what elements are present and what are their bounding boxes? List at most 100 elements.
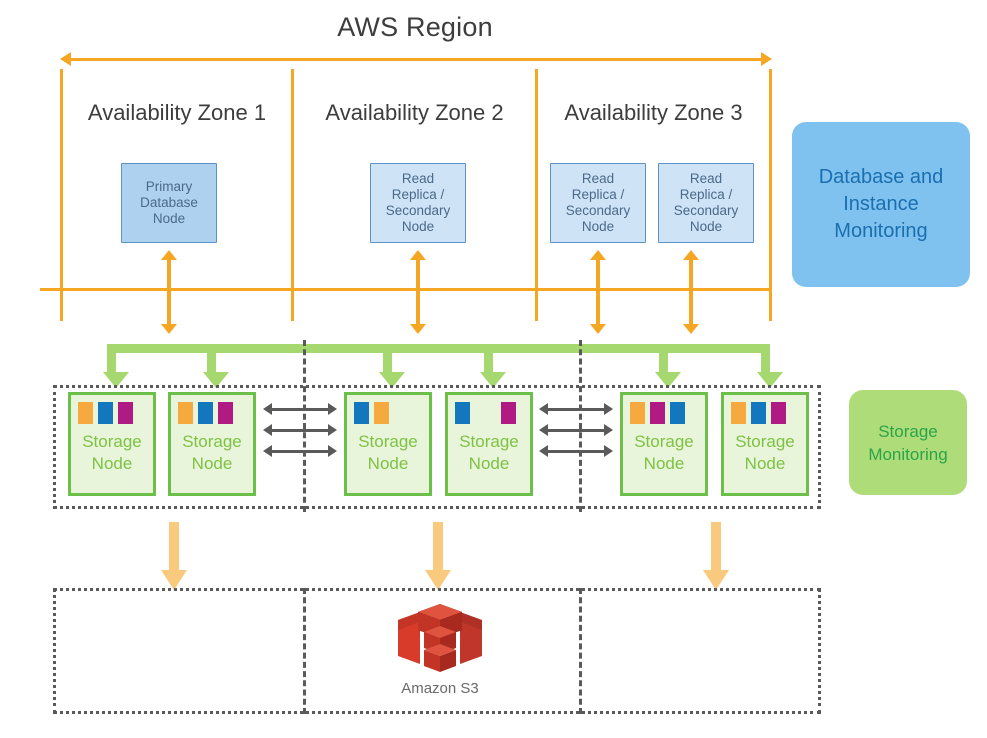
- arrow-head-right-icon: [604, 424, 613, 436]
- storage-chips: [178, 402, 233, 424]
- chip-orange: [78, 402, 93, 424]
- az-label-3: Availability Zone 3: [564, 100, 743, 125]
- storage-node-3[interactable]: Storage Node: [344, 392, 432, 496]
- chip-magenta: [118, 402, 133, 424]
- database-monitoring-callout[interactable]: Database and Instance Monitoring: [792, 122, 970, 287]
- chip-orange: [374, 402, 389, 424]
- region-title: AWS Region: [337, 12, 493, 42]
- storage-node-line-2: Node: [91, 454, 133, 473]
- arrow-head-down-icon: [683, 324, 699, 334]
- db-monitoring-line-2: Instance: [843, 193, 919, 215]
- backup-arrow-2: [425, 522, 451, 590]
- storage-node-label: Storage Node: [71, 431, 153, 475]
- storage-node-4[interactable]: Storage Node: [445, 392, 533, 496]
- arrow-head-right-icon: [604, 403, 613, 415]
- db-node-line-3: Node: [152, 211, 186, 226]
- storage-node-1[interactable]: Storage Node: [68, 392, 156, 496]
- db-storage-link-4: [683, 250, 699, 334]
- storage-chips: [354, 402, 389, 424]
- arrow-head-right-icon: [328, 403, 337, 415]
- storage-node-label: Storage Node: [448, 431, 530, 475]
- db-storage-link-3: [590, 250, 606, 334]
- storage-node-line-2: Node: [744, 454, 786, 473]
- storage-node-line-1: Storage: [82, 432, 142, 451]
- db-node-line-3: Secondary: [673, 203, 739, 218]
- cross-zone-arrow-1a: [263, 403, 337, 416]
- db-node-primary[interactable]: Primary Database Node: [121, 163, 217, 243]
- storage-monitoring-line-1: Storage: [878, 421, 938, 441]
- backup-zone-divider-1: [303, 588, 306, 714]
- arrow-head-right-icon: [761, 52, 772, 66]
- db-node-line-4: Node: [581, 219, 615, 234]
- storage-node-line-1: Storage: [358, 432, 418, 451]
- db-storage-link-2: [410, 250, 426, 334]
- storage-node-line-2: Node: [367, 454, 409, 473]
- cross-zone-arrow-1c: [263, 445, 337, 458]
- cross-zone-arrow-2c: [539, 445, 613, 458]
- chip-orange: [178, 402, 193, 424]
- db-node-line-4: Node: [689, 219, 723, 234]
- storage-node-2[interactable]: Storage Node: [168, 392, 256, 496]
- storage-node-5[interactable]: Storage Node: [620, 392, 708, 496]
- chip-magenta: [501, 402, 516, 424]
- arrow-head-down-icon: [410, 324, 426, 334]
- db-storage-link-1: [161, 250, 177, 334]
- storage-chips: [455, 402, 516, 424]
- db-monitoring-line-3: Monitoring: [834, 220, 928, 242]
- backup-zone-divider-2: [579, 588, 582, 714]
- db-node-line-2: Replica /: [571, 187, 625, 202]
- storage-node-line-1: Storage: [735, 432, 795, 451]
- storage-node-label: Storage Node: [171, 431, 253, 475]
- az-label-1: Availability Zone 1: [87, 100, 267, 125]
- chip-blue: [670, 402, 685, 424]
- storage-node-6[interactable]: Storage Node: [721, 392, 809, 496]
- db-node-line-4: Node: [401, 219, 435, 234]
- arrow-bar: [68, 58, 764, 61]
- storage-node-line-2: Node: [468, 454, 510, 473]
- cross-zone-arrow-2a: [539, 403, 613, 416]
- chip-blue: [98, 402, 113, 424]
- db-node-line-1: Read: [581, 171, 615, 186]
- chip-orange: [731, 402, 746, 424]
- arrow-head-right-icon: [328, 445, 337, 457]
- db-node-line-1: Read: [401, 171, 435, 186]
- db-node-line-3: Secondary: [385, 203, 451, 218]
- storage-node-line-1: Storage: [459, 432, 519, 451]
- cross-zone-arrow-2b: [539, 424, 613, 437]
- arrow-head-right-icon: [328, 424, 337, 436]
- db-node-replica-az3-b[interactable]: Read Replica / Secondary Node: [658, 163, 754, 243]
- db-monitoring-line-1: Database and: [818, 166, 944, 188]
- cross-zone-arrow-1b: [263, 424, 337, 437]
- region-span-arrow: [60, 51, 772, 69]
- db-node-line-1: Read: [689, 171, 723, 186]
- db-node-line-3: Secondary: [565, 203, 631, 218]
- db-node-line-2: Replica /: [679, 187, 733, 202]
- storage-chips: [630, 402, 685, 424]
- storage-node-line-2: Node: [643, 454, 685, 473]
- chip-blue: [751, 402, 766, 424]
- chip-blue: [354, 402, 369, 424]
- storage-node-line-1: Storage: [182, 432, 242, 451]
- storage-node-line-2: Node: [191, 454, 233, 473]
- chip-magenta: [771, 402, 786, 424]
- storage-monitoring-callout[interactable]: Storage Monitoring: [849, 390, 967, 495]
- chip-magenta: [650, 402, 665, 424]
- db-node-line-2: Replica /: [391, 187, 445, 202]
- storage-node-label: Storage Node: [623, 431, 705, 475]
- backup-arrow-3: [703, 522, 729, 590]
- arrow-head-right-icon: [604, 445, 613, 457]
- storage-chips: [731, 402, 786, 424]
- storage-chips: [78, 402, 133, 424]
- chip-orange: [630, 402, 645, 424]
- db-node-replica-az2[interactable]: Read Replica / Secondary Node: [370, 163, 466, 243]
- db-node-replica-az3-a[interactable]: Read Replica / Secondary Node: [550, 163, 646, 243]
- chip-magenta: [218, 402, 233, 424]
- amazon-s3-label: Amazon S3: [401, 680, 479, 697]
- backup-arrow-1: [161, 522, 187, 590]
- arrow-head-down-icon: [425, 570, 451, 590]
- arrow-head-down-icon: [590, 324, 606, 334]
- db-node-line-1: Primary: [145, 179, 193, 194]
- diagram-canvas: AWS Region Availability Zone 1 Availabil…: [0, 0, 987, 738]
- db-node-line-2: Database: [140, 195, 198, 210]
- az-label-2: Availability Zone 2: [325, 100, 504, 125]
